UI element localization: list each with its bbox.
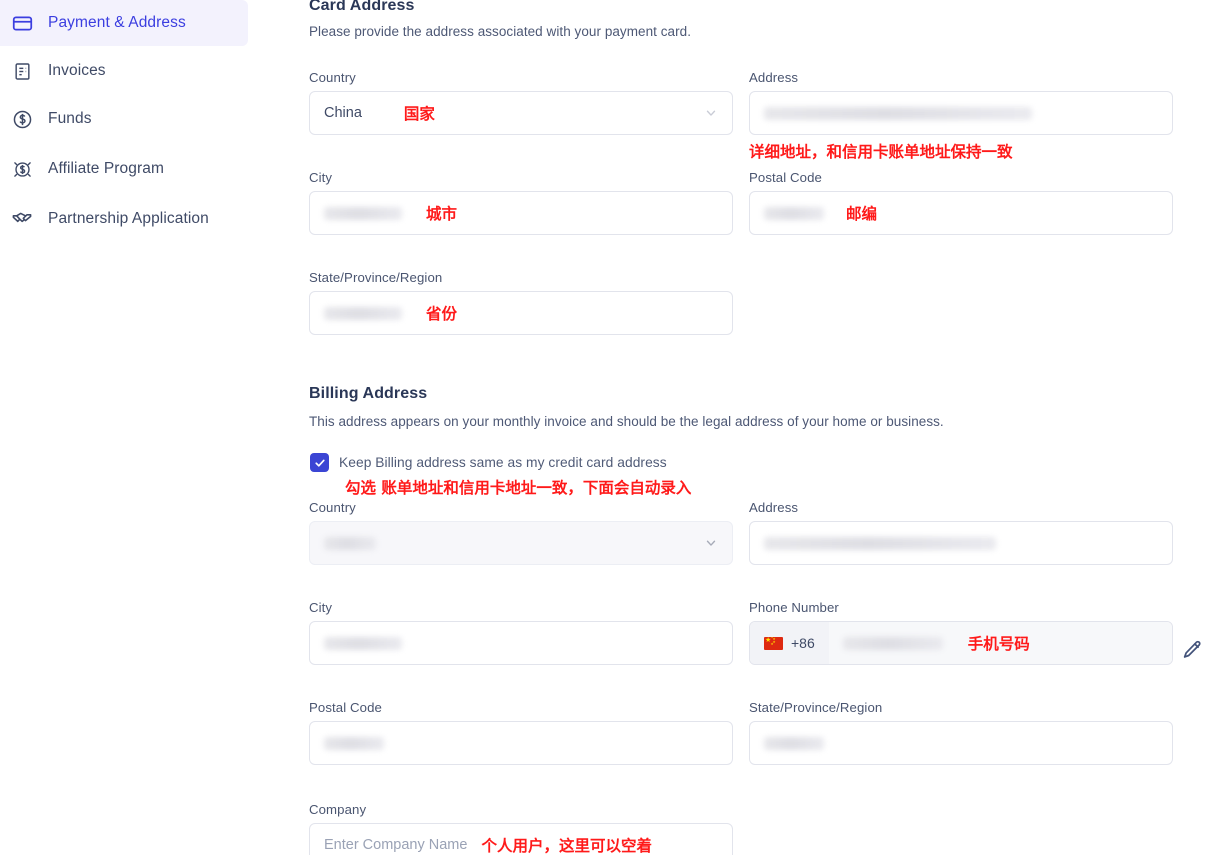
billing-country-group: Country [309, 500, 733, 565]
card-city-group: City 城市 [309, 170, 733, 235]
card-address-group: Address 详细地址，和信用卡账单地址保持一致 [749, 70, 1173, 162]
card-state-input[interactable]: 省份 [309, 291, 733, 335]
credit-card-icon [10, 11, 34, 35]
page-root: Payment & Address Invoices [0, 0, 1216, 855]
sidebar-item-label: Invoices [48, 62, 106, 80]
handshake-icon [10, 207, 34, 231]
billing-city-redacted-value [324, 637, 402, 650]
card-city-label: City [309, 170, 733, 185]
sidebar-item-funds[interactable]: Funds [0, 96, 248, 142]
sidebar-item-label: Funds [48, 110, 92, 128]
sidebar: Payment & Address Invoices [0, 0, 300, 855]
keep-billing-same-label: Keep Billing address same as my credit c… [339, 455, 667, 470]
card-postal-input[interactable]: 邮编 [749, 191, 1173, 235]
main-content: Card Address Please provide the address … [309, 0, 1216, 855]
billing-address-label: Address [749, 500, 1173, 515]
billing-state-input[interactable] [749, 721, 1173, 765]
billing-state-label: State/Province/Region [749, 700, 1173, 715]
card-state-group: State/Province/Region 省份 [309, 270, 733, 335]
billing-state-group: State/Province/Region [749, 700, 1173, 765]
chevron-down-icon[interactable] [704, 106, 718, 120]
invoice-icon [10, 59, 34, 83]
checkbox-checked-icon[interactable] [310, 453, 329, 472]
billing-country-select[interactable] [309, 521, 733, 565]
billing-phone-group: Phone Number ★ ★ ★ ★ ★ +86 手机号码 [749, 600, 1173, 665]
card-city-annotation: 城市 [426, 202, 457, 224]
card-country-value: China [324, 105, 362, 121]
sidebar-item-label: Partnership Application [48, 210, 209, 228]
company-placeholder: Enter Company Name [324, 837, 467, 853]
billing-country-label: Country [309, 500, 733, 515]
company-input[interactable]: Enter Company Name 个人用户，这里可以空着 [309, 823, 733, 855]
card-country-select[interactable]: China 国家 [309, 91, 733, 135]
card-postal-annotation: 邮编 [846, 202, 877, 224]
company-label: Company [309, 802, 733, 817]
card-postal-label: Postal Code [749, 170, 1173, 185]
card-city-redacted-value [324, 207, 402, 220]
billing-city-group: City [309, 600, 733, 665]
sidebar-item-invoices[interactable]: Invoices [0, 48, 248, 94]
billing-postal-group: Postal Code [309, 700, 733, 765]
billing-postal-redacted-value [324, 737, 384, 750]
card-postal-group: Postal Code 邮编 [749, 170, 1173, 235]
card-address-input[interactable] [749, 91, 1173, 135]
keep-billing-same-checkbox-row[interactable]: Keep Billing address same as my credit c… [310, 453, 667, 472]
dollar-circle-icon [10, 107, 34, 131]
company-group: Company Enter Company Name 个人用户，这里可以空着 [309, 802, 733, 855]
card-state-label: State/Province/Region [309, 270, 733, 285]
card-address-subtitle: Please provide the address associated wi… [309, 24, 691, 39]
card-state-annotation: 省份 [426, 302, 457, 324]
card-country-annotation: 国家 [404, 102, 435, 124]
billing-address-redacted-value [764, 537, 996, 550]
keep-billing-same-annotation: 勾选 账单地址和信用卡地址一致，下面会自动录入 [345, 476, 691, 498]
card-postal-redacted-value [764, 207, 824, 220]
billing-phone-input[interactable]: ★ ★ ★ ★ ★ +86 手机号码 [749, 621, 1173, 665]
card-address-redacted-value [764, 107, 1032, 120]
billing-country-redacted-value [324, 537, 376, 550]
card-address-annotation: 详细地址，和信用卡账单地址保持一致 [749, 140, 1173, 162]
billing-phone-annotation: 手机号码 [968, 632, 1030, 654]
card-city-input[interactable]: 城市 [309, 191, 733, 235]
billing-phone-redacted-value [843, 637, 943, 650]
affiliate-icon [10, 157, 34, 181]
phone-country-code-selector[interactable]: ★ ★ ★ ★ ★ +86 [750, 622, 829, 664]
billing-city-label: City [309, 600, 733, 615]
chevron-down-icon[interactable] [704, 536, 718, 550]
billing-postal-input[interactable] [309, 721, 733, 765]
sidebar-item-label: Payment & Address [48, 14, 186, 32]
sidebar-item-payment-address[interactable]: Payment & Address [0, 0, 248, 46]
card-country-group: Country China 国家 [309, 70, 733, 135]
sidebar-item-label: Affiliate Program [48, 160, 164, 178]
sidebar-item-affiliate-program[interactable]: Affiliate Program [0, 146, 248, 192]
card-state-redacted-value [324, 307, 402, 320]
card-country-label: Country [309, 70, 733, 85]
phone-country-code: +86 [791, 635, 815, 651]
billing-state-redacted-value [764, 737, 824, 750]
billing-phone-label: Phone Number [749, 600, 1173, 615]
card-address-label: Address [749, 70, 1173, 85]
china-flag-icon: ★ ★ ★ ★ ★ [764, 637, 783, 650]
phone-number-field[interactable]: 手机号码 [829, 622, 1172, 664]
sidebar-item-partnership-application[interactable]: Partnership Application [0, 196, 248, 242]
billing-address-input[interactable] [749, 521, 1173, 565]
billing-postal-label: Postal Code [309, 700, 733, 715]
billing-city-input[interactable] [309, 621, 733, 665]
card-address-title: Card Address [309, 0, 415, 15]
pencil-icon[interactable] [1181, 639, 1203, 666]
company-annotation: 个人用户，这里可以空着 [481, 834, 652, 855]
billing-address-subtitle: This address appears on your monthly inv… [309, 414, 944, 429]
billing-address-group: Address [749, 500, 1173, 565]
billing-address-title: Billing Address [309, 385, 427, 403]
